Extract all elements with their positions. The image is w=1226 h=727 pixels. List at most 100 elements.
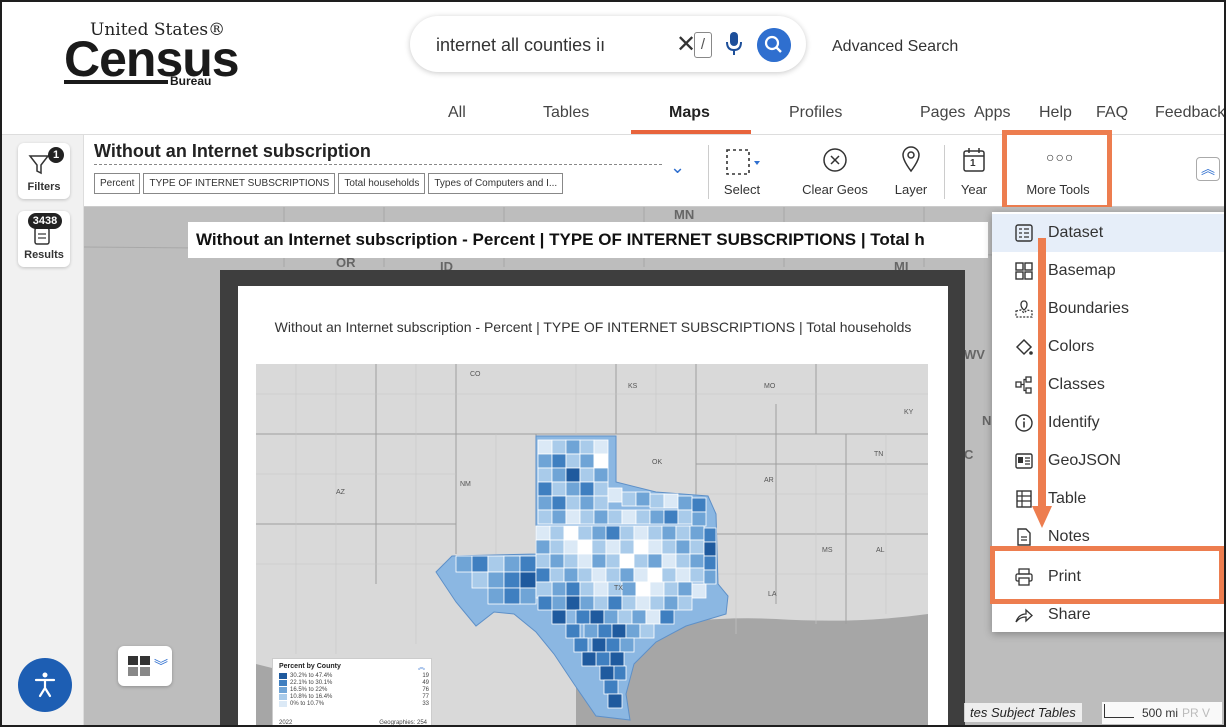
accessibility-icon [34, 672, 56, 698]
accessibility-button[interactable] [18, 658, 72, 712]
search-input[interactable]: internet all counties iı [436, 35, 641, 56]
menu-item-label: Table [1048, 490, 1087, 507]
legend-row: 10.8% to 16.4% 77 [279, 694, 429, 701]
calendar-day: 1 [970, 158, 976, 169]
nav-tables[interactable]: Tables [543, 104, 589, 122]
identify-icon [1015, 414, 1033, 432]
year-label: Year [960, 182, 988, 197]
legend-row: 16.5% to 22% 76 [279, 687, 429, 694]
notes-icon [1017, 528, 1031, 546]
toolbar-divider [708, 145, 709, 199]
legend-collapse-icon[interactable]: ︽ [418, 662, 425, 672]
menu-item-label: Dataset [1048, 224, 1104, 241]
map-title-strip: Without an Internet subscription - Perce… [188, 222, 988, 258]
legend-swatch [279, 680, 287, 686]
menu-item-label: Notes [1048, 528, 1090, 545]
menu-item-label: Share [1048, 606, 1091, 623]
logo-bureau: Bureau [170, 74, 212, 88]
expand-title-chevron-icon[interactable]: ⌄ [670, 157, 685, 178]
attribution-text: tes Subject Tables [964, 703, 1082, 722]
menu-item-label: Colors [1048, 338, 1095, 355]
basemap-toggle-button[interactable]: ︾ [118, 646, 172, 686]
legend-count: 77 [422, 694, 429, 700]
legend-swatch [279, 687, 287, 693]
chip-total-households[interactable]: Total households [338, 173, 426, 194]
chip-types-of-computers[interactable]: Types of Computers and I... [428, 173, 564, 194]
nav-pages[interactable]: Pages [920, 104, 965, 122]
search-box[interactable]: internet all counties iı ✕ / [410, 16, 806, 72]
menu-item-label: Identify [1048, 414, 1100, 431]
state-label-ok: OK [652, 459, 662, 466]
legend-range: 0% to 10.7% [290, 701, 325, 707]
advanced-search-link[interactable]: Advanced Search [832, 38, 958, 56]
legend-range: 22.1% to 30.1% [290, 680, 333, 686]
app-window: United States® Census Bureau internet al… [0, 0, 1226, 727]
boundaries-icon [1015, 300, 1033, 318]
nav-faq[interactable]: FAQ [1096, 104, 1128, 122]
menu-item-dataset[interactable]: Dataset [992, 214, 1224, 252]
legend-range: 30.2% to 47.4% [290, 673, 333, 679]
clear-circle-x-icon [823, 148, 847, 172]
scale-trailing-text: PR V [1182, 706, 1211, 720]
legend-row: 22.1% to 30.1% 49 [279, 680, 429, 687]
results-button[interactable]: 3438 Results [18, 211, 70, 267]
state-label-mo: MO [764, 383, 776, 390]
nav-profiles[interactable]: Profiles [789, 104, 842, 122]
share-icon [1015, 608, 1033, 623]
legend-count: 33 [422, 701, 429, 707]
menu-item-colors[interactable]: Colors [992, 328, 1224, 366]
state-label-ms: MS [822, 547, 833, 554]
nav-all[interactable]: All [448, 104, 466, 122]
search-submit-button[interactable] [757, 28, 791, 62]
menu-item-classes[interactable]: Classes [992, 366, 1224, 404]
menu-item-boundaries[interactable]: Boundaries [992, 290, 1224, 328]
menu-item-label: Basemap [1048, 262, 1116, 279]
menu-item-basemap[interactable]: Basemap [992, 252, 1224, 290]
scale-bar-line [1104, 704, 1134, 718]
chip-percent[interactable]: Percent [94, 173, 141, 194]
microphone-icon[interactable] [725, 30, 743, 58]
menu-item-table[interactable]: Table [992, 480, 1224, 518]
legend-swatch [279, 673, 287, 679]
classes-icon [1015, 376, 1032, 394]
clear-geos-button[interactable]: Clear Geos [792, 143, 878, 203]
filters-button[interactable]: 1 Filters [18, 143, 70, 199]
site-header: United States® Census Bureau internet al… [2, 2, 1224, 135]
legend-row: 30.2% to 47.4% 19 [279, 673, 429, 680]
nav-feedback[interactable]: Feedback [1155, 104, 1224, 122]
geojson-icon [1015, 453, 1033, 469]
collapse-toolbar-icon[interactable]: ︽ [1196, 157, 1220, 181]
nav-apps[interactable]: Apps [974, 104, 1010, 122]
chip-type-of-internet[interactable]: TYPE OF INTERNET SUBSCRIPTIONS [143, 173, 336, 194]
state-label-ks: KS [628, 383, 638, 390]
menu-item-identify[interactable]: Identify [992, 404, 1224, 442]
map-title-strip-text: Without an Internet subscription - Perce… [196, 230, 925, 249]
year-button[interactable]: 1 Year [950, 143, 998, 203]
variable-chips: Percent TYPE OF INTERNET SUBSCRIPTIONS Tot… [94, 173, 566, 194]
legend-year: 2022 [279, 720, 293, 726]
chevron-double-down-icon[interactable]: ︾ [154, 656, 168, 676]
print-preview-page: Without an Internet subscription - Perce… [238, 286, 948, 726]
map-legend: Percent by County ︽ 30.2% to 47.4% 19 22… [272, 658, 432, 726]
legend-range: 10.8% to 16.4% [290, 694, 333, 700]
state-label-co: CO [470, 371, 481, 378]
layer-button[interactable]: Layer [884, 143, 938, 203]
bg-label-wv: WV [964, 347, 985, 362]
state-label-ky: KY [904, 409, 914, 416]
nav-help[interactable]: Help [1039, 104, 1072, 122]
census-logo[interactable]: United States® Census Bureau [62, 18, 240, 98]
annotation-arrow-shaft [1038, 238, 1046, 508]
legend-count: 49 [422, 680, 429, 686]
legend-count: 19 [422, 673, 429, 679]
layer-label: Layer [894, 182, 928, 197]
map-variable-title[interactable]: Without an Internet subscription [94, 141, 662, 165]
select-tool-button[interactable]: Select [716, 143, 768, 203]
menu-item-geojson[interactable]: GeoJSON [992, 442, 1224, 480]
nav-maps[interactable]: Maps [669, 104, 710, 122]
select-label: Select [723, 182, 761, 197]
legend-title: Percent by County [279, 663, 341, 670]
legend-swatch [279, 694, 287, 700]
logo-bar [64, 80, 168, 84]
logo-census: Census [64, 31, 240, 87]
clear-geos-label: Clear Geos [802, 182, 868, 197]
